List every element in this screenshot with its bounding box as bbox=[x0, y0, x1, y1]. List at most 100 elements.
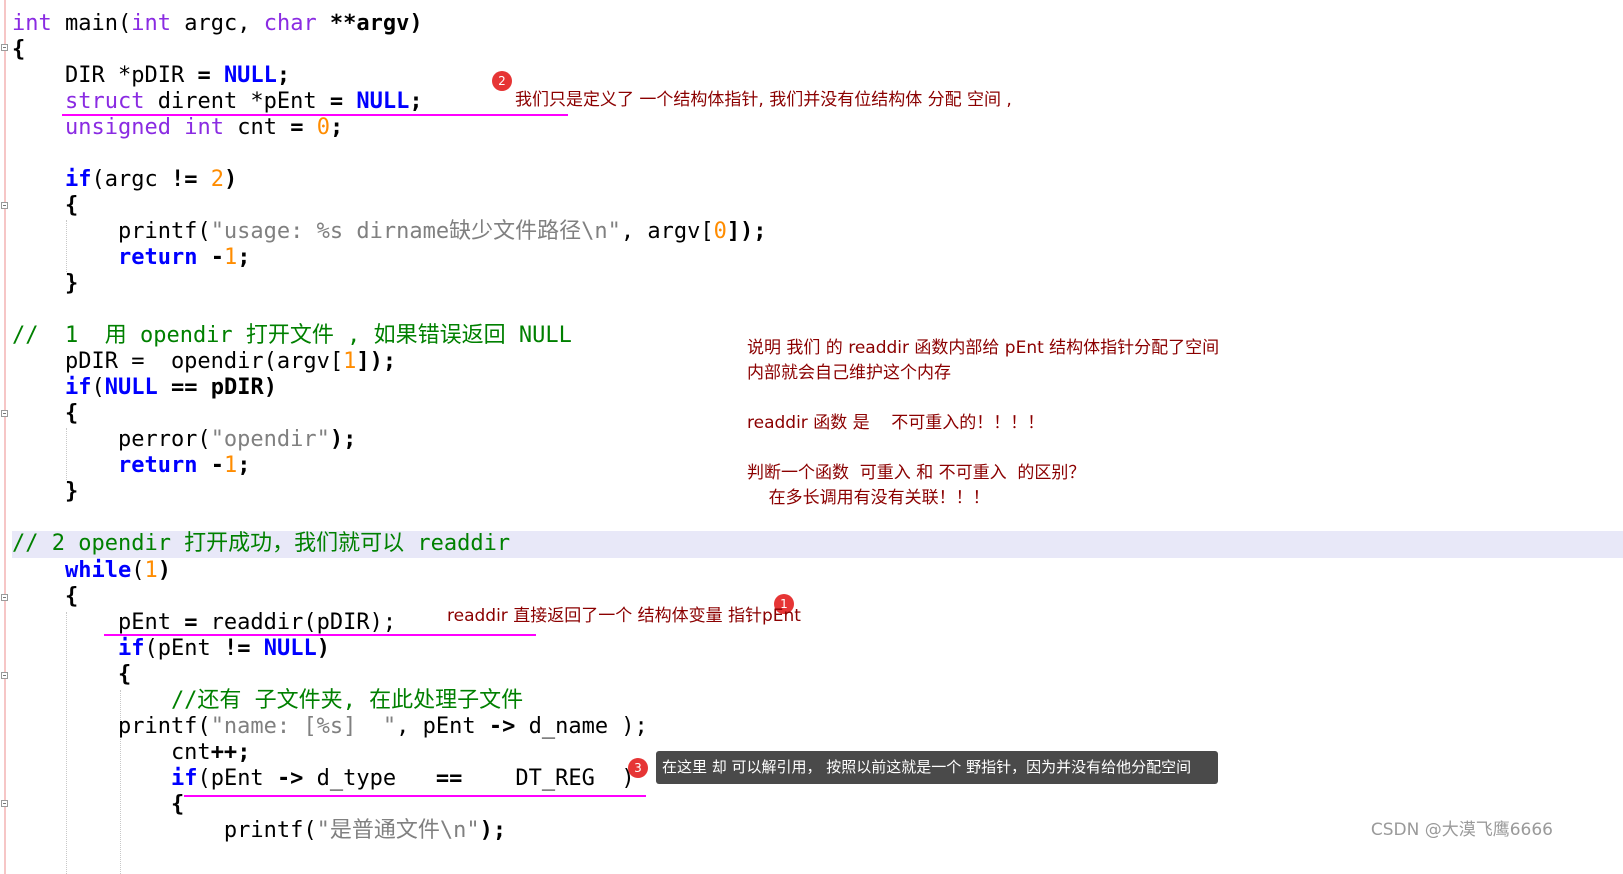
code-line[interactable]: } bbox=[12, 271, 78, 297]
code-line[interactable]: pDIR = opendir(argv[1]); bbox=[12, 349, 396, 375]
token: (pEnt bbox=[144, 636, 224, 661]
token: 1 bbox=[343, 349, 357, 374]
code-line[interactable]: { bbox=[12, 37, 25, 63]
token: == bbox=[170, 375, 198, 400]
code-line[interactable]: { bbox=[12, 401, 78, 427]
token: , argv[ bbox=[620, 219, 714, 244]
token: d_name ); bbox=[515, 714, 648, 739]
code-line[interactable]: printf("name: [%s] ", pEnt -> d_name ); bbox=[12, 714, 648, 740]
annotation-tooltip: 在这里 却 可以解引用， 按照以前这就是一个 野指针，因为并没有给他分配空间 bbox=[656, 751, 1218, 784]
annotation-explain: readdir 函数 是 不可重入的！！！！ bbox=[747, 413, 1045, 433]
code-line[interactable]: } bbox=[12, 479, 78, 505]
token: (argc bbox=[91, 167, 171, 192]
token: = bbox=[197, 63, 211, 88]
token: 1 bbox=[144, 558, 158, 583]
annotation-underline bbox=[62, 114, 568, 116]
token: argc, bbox=[170, 11, 264, 36]
token: pDIR) bbox=[197, 375, 277, 400]
token: char bbox=[263, 11, 317, 36]
csdn-watermark: CSDN @大漠飞鹰6666 bbox=[1370, 820, 1553, 840]
token: 1 bbox=[223, 245, 238, 270]
fold-marker[interactable] bbox=[1, 202, 8, 209]
token: cnt bbox=[12, 740, 211, 765]
token: ; bbox=[276, 63, 291, 88]
code-line[interactable]: return -1; bbox=[12, 453, 250, 479]
fold-marker[interactable] bbox=[1, 44, 8, 51]
token: - bbox=[197, 453, 224, 478]
code-line[interactable]: printf("是普通文件\n"); bbox=[12, 818, 506, 844]
annotation-explain: 在多长调用有没有关联！！！ bbox=[747, 488, 990, 508]
token: ++ bbox=[210, 740, 238, 765]
token: - bbox=[197, 245, 224, 270]
token: NULL bbox=[356, 89, 410, 114]
token: ]); bbox=[726, 219, 767, 244]
code-line[interactable]: if(NULL == pDIR) bbox=[12, 375, 277, 401]
token: int bbox=[12, 11, 52, 36]
token: -> bbox=[488, 714, 516, 739]
code-line[interactable]: if(argc != 2) bbox=[12, 167, 237, 193]
step-badge-2: 2 bbox=[492, 71, 512, 91]
code-comment-line[interactable]: //还有 子文件夹, 在此处理子文件 bbox=[12, 688, 523, 714]
token: "usage: %s dirname缺少文件路径\n" bbox=[210, 219, 621, 244]
token: 0 bbox=[713, 219, 727, 244]
token: != bbox=[223, 636, 251, 661]
annotation-explain: 判断一个函数 可重入 和 不可重入 的区别？ bbox=[747, 463, 1086, 483]
code-line[interactable]: { bbox=[12, 584, 78, 610]
token: int bbox=[184, 115, 224, 140]
token: while bbox=[64, 558, 132, 583]
token: return bbox=[117, 453, 198, 478]
token: (pEnt bbox=[197, 766, 277, 791]
token: printf( bbox=[12, 219, 211, 244]
token: struct bbox=[64, 89, 145, 114]
fold-marker[interactable] bbox=[1, 410, 8, 417]
token: cnt bbox=[223, 115, 291, 140]
code-line[interactable]: { bbox=[12, 792, 184, 818]
code-line[interactable]: cnt++; bbox=[12, 740, 251, 766]
code-comment-line[interactable]: // 1 用 opendir 打开文件 , 如果错误返回 NULL bbox=[12, 323, 572, 349]
token: ) bbox=[157, 558, 171, 583]
code-line[interactable]: if(pEnt != NULL) bbox=[12, 636, 330, 662]
token: = bbox=[329, 89, 344, 114]
code-line[interactable]: while(1) bbox=[12, 558, 171, 584]
code-line[interactable]: if(pEnt -> d_type == DT_REG ) bbox=[12, 766, 635, 792]
code-line[interactable]: int main(int argc, char **argv) bbox=[12, 11, 423, 37]
fold-marker[interactable] bbox=[1, 800, 8, 807]
gutter-line bbox=[4, 0, 6, 874]
token: DIR *pDIR bbox=[12, 63, 198, 88]
token: ; bbox=[329, 115, 344, 140]
token: = bbox=[290, 115, 304, 140]
fold-marker[interactable] bbox=[1, 672, 8, 679]
code-line[interactable]: unsigned int cnt = 0; bbox=[12, 115, 343, 141]
token: "是普通文件\n" bbox=[316, 818, 480, 843]
token: ; bbox=[237, 245, 251, 270]
code-line[interactable]: DIR *pDIR = NULL; bbox=[12, 63, 290, 89]
annotation-note-2: 我们只是定义了 一个结构体指针, 我们并没有位结构体 分配 空间 , bbox=[515, 90, 1012, 110]
code-line[interactable]: { bbox=[12, 662, 131, 688]
code-line[interactable]: perror("opendir"); bbox=[12, 427, 356, 453]
code-line[interactable]: struct dirent *pEnt = NULL; bbox=[12, 89, 423, 115]
token: "opendir" bbox=[210, 427, 330, 452]
token: ; bbox=[237, 453, 251, 478]
code-line[interactable]: pEnt = readdir(pDIR); bbox=[12, 610, 396, 636]
code-line[interactable]: return -1; bbox=[12, 245, 250, 271]
token: NULL bbox=[104, 375, 158, 400]
code-line[interactable]: printf("usage: %s dirname缺少文件路径\n", argv… bbox=[12, 219, 767, 245]
token: ); bbox=[329, 427, 357, 452]
code-comment-line[interactable]: // 2 opendir 打开成功，我们就可以 readdir bbox=[12, 531, 510, 557]
code-line[interactable]: { bbox=[12, 193, 78, 219]
token: , pEnt bbox=[396, 714, 489, 739]
token: ) bbox=[316, 636, 330, 661]
fold-marker[interactable] bbox=[1, 594, 8, 601]
